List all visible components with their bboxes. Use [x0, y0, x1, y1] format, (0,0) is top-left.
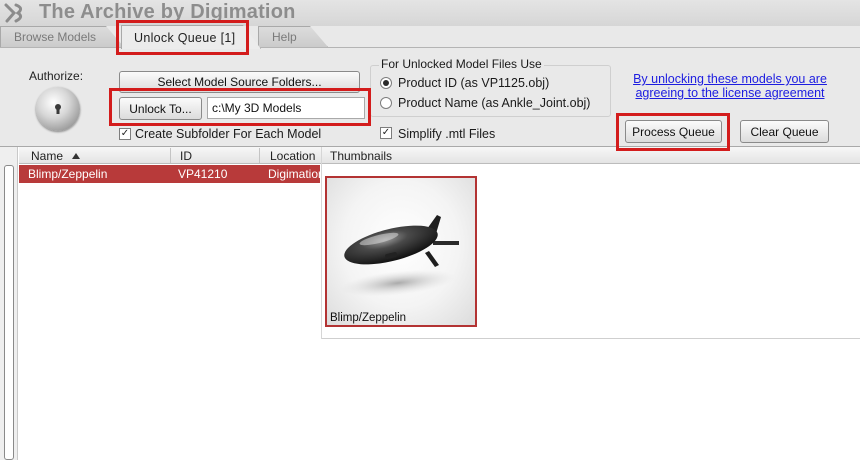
column-header-thumbnails: Thumbnails [330, 149, 393, 163]
create-subfolder-label: Create Subfolder For Each Model [135, 127, 322, 141]
keyhole-icon [55, 104, 61, 114]
scrollbar-thumb[interactable] [4, 165, 14, 460]
table-header [19, 147, 860, 164]
license-agreement-link[interactable]: By unlocking these models you are agreei… [622, 72, 838, 100]
radio-product-id[interactable] [380, 77, 392, 89]
radio-product-id-label: Product ID (as VP1125.obj) [398, 76, 550, 90]
column-separator[interactable] [259, 148, 260, 163]
sort-ascending-icon [72, 153, 80, 159]
authorize-label: Authorize: [29, 69, 84, 83]
column-separator[interactable] [170, 148, 171, 163]
column-header-location[interactable]: Location [270, 149, 315, 163]
simplify-mtl-label: Simplify .mtl Files [398, 127, 496, 141]
row-location-cell: Digimation [268, 167, 320, 181]
tab-help[interactable]: Help [258, 26, 328, 47]
radio-product-name-label: Product Name (as Ankle_Joint.obj) [398, 96, 591, 110]
thumbnail-label: Blimp/Zeppelin [330, 312, 407, 324]
radio-product-name[interactable] [380, 97, 392, 109]
row-id-cell: VP41210 [178, 167, 228, 181]
highlight-box [616, 113, 730, 151]
naming-group-title: For Unlocked Model Files Use [379, 57, 544, 71]
simplify-mtl-checkbox[interactable]: ✓ [380, 127, 392, 139]
highlight-box [116, 20, 249, 55]
column-header-name[interactable]: Name [31, 149, 63, 163]
highlight-box [109, 88, 371, 126]
column-header-id[interactable]: ID [180, 149, 192, 163]
app-logo-icon [4, 3, 23, 23]
create-subfolder-checkbox[interactable]: ✓ [119, 128, 131, 140]
clear-queue-button[interactable]: Clear Queue [740, 120, 829, 143]
blimp-thumbnail [340, 215, 459, 297]
row-name-cell: Blimp/Zeppelin [28, 167, 108, 181]
tab-browse-models[interactable]: Browse Models [0, 26, 124, 47]
